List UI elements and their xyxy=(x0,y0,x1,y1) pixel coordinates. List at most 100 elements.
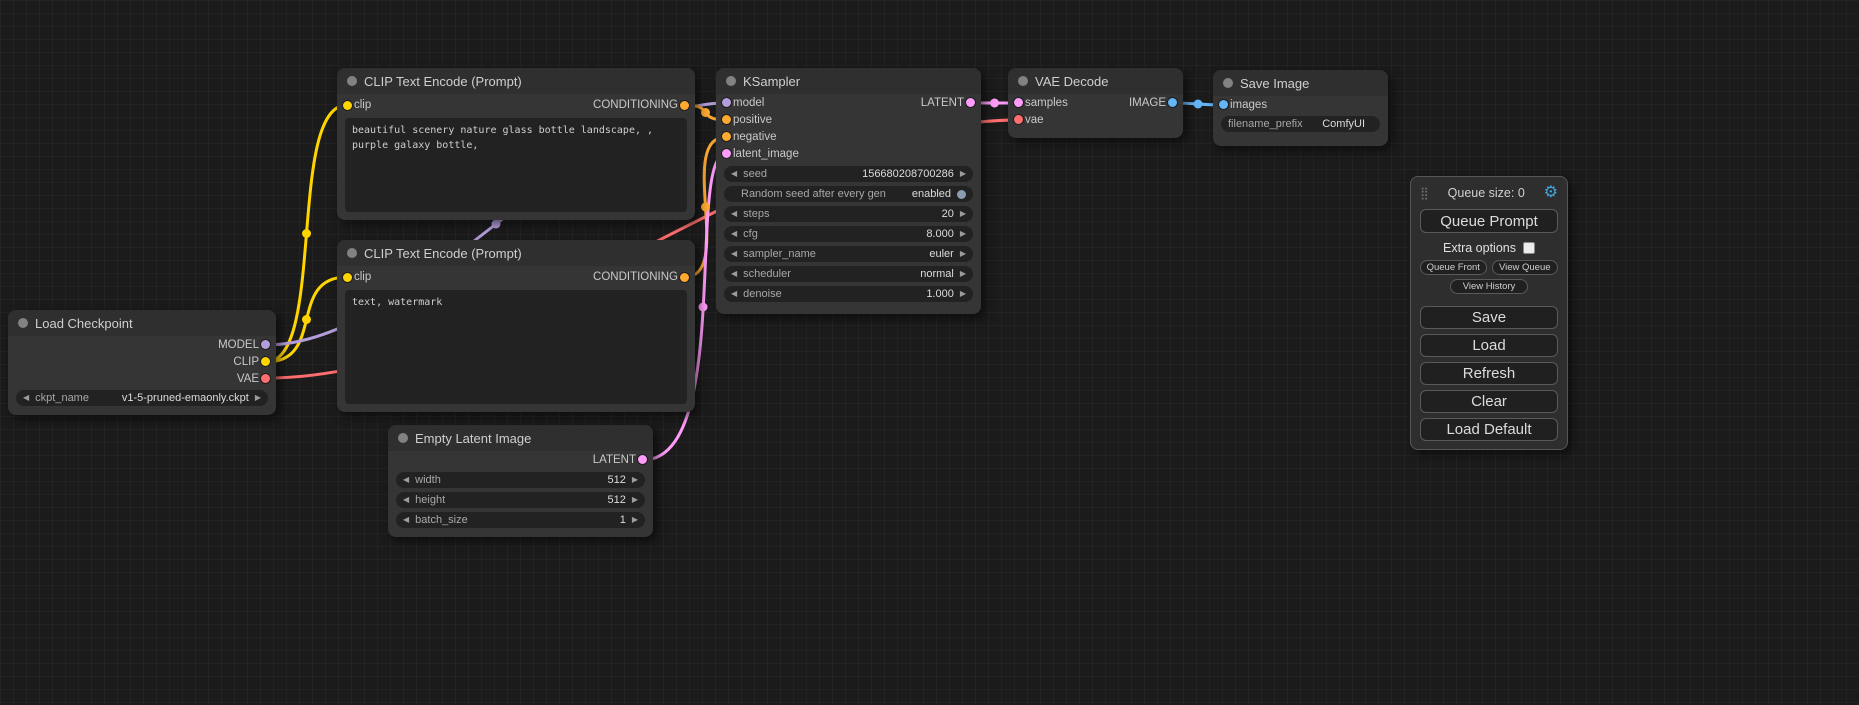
node-clip-text-encode-positive[interactable]: CLIP Text Encode (Prompt) clip CONDITION… xyxy=(337,68,695,220)
decrement-arrow-icon[interactable]: ◀ xyxy=(23,394,29,402)
refresh-button[interactable]: Refresh xyxy=(1420,362,1558,385)
node-load-checkpoint[interactable]: Load Checkpoint MODEL CLIP VAE ◀ ckpt_na… xyxy=(8,310,276,415)
output-slot-model: MODEL xyxy=(8,336,276,353)
drag-handle-icon[interactable]: ⣿ xyxy=(1420,186,1429,200)
widget-value: 156680208700286 xyxy=(862,168,954,180)
boolean-toggle-icon[interactable] xyxy=(957,190,966,199)
decrement-arrow-icon[interactable]: ◀ xyxy=(731,230,737,238)
input-dot-vae[interactable] xyxy=(1014,115,1023,124)
node-empty-latent-image[interactable]: Empty Latent Image LATENT ◀ width 512 ▶ … xyxy=(388,425,653,537)
collapse-dot-icon[interactable] xyxy=(347,248,357,258)
widget-filename-prefix[interactable]: filename_prefix ComfyUI xyxy=(1221,116,1380,132)
input-dot-clip[interactable] xyxy=(343,101,352,110)
increment-arrow-icon[interactable]: ▶ xyxy=(960,170,966,178)
input-dot-latent-image[interactable] xyxy=(722,149,731,158)
output-dot-latent[interactable] xyxy=(638,455,647,464)
increment-arrow-icon[interactable]: ▶ xyxy=(632,516,638,524)
decrement-arrow-icon[interactable]: ◀ xyxy=(731,290,737,298)
output-dot-model[interactable] xyxy=(261,340,270,349)
output-dot-image[interactable] xyxy=(1168,98,1177,107)
widget-steps[interactable]: ◀ steps 20 ▶ xyxy=(724,206,973,222)
collapse-dot-icon[interactable] xyxy=(347,76,357,86)
output-slot-latent: LATENT xyxy=(388,451,653,468)
widget-height[interactable]: ◀ height 512 ▶ xyxy=(396,492,645,508)
view-queue-button[interactable]: View Queue xyxy=(1492,260,1559,275)
widget-scheduler[interactable]: ◀ scheduler normal ▶ xyxy=(724,266,973,282)
increment-arrow-icon[interactable]: ▶ xyxy=(960,270,966,278)
increment-arrow-icon[interactable]: ▶ xyxy=(960,210,966,218)
widget-value: euler xyxy=(929,248,953,260)
node-title-bar[interactable]: CLIP Text Encode (Prompt) xyxy=(337,68,695,94)
output-dot-conditioning[interactable] xyxy=(680,273,689,282)
node-clip-text-encode-negative[interactable]: CLIP Text Encode (Prompt) clip CONDITION… xyxy=(337,240,695,412)
node-title-bar[interactable]: Save Image xyxy=(1213,70,1388,96)
node-title-bar[interactable]: Empty Latent Image xyxy=(388,425,653,451)
node-title-bar[interactable]: VAE Decode xyxy=(1008,68,1183,94)
node-vae-decode[interactable]: VAE Decode samples IMAGE vae xyxy=(1008,68,1183,138)
increment-arrow-icon[interactable]: ▶ xyxy=(632,496,638,504)
save-button[interactable]: Save xyxy=(1420,306,1558,329)
increment-arrow-icon[interactable]: ▶ xyxy=(960,230,966,238)
decrement-arrow-icon[interactable]: ◀ xyxy=(403,516,409,524)
decrement-arrow-icon[interactable]: ◀ xyxy=(403,476,409,484)
negative-prompt-textarea[interactable]: text, watermark xyxy=(345,290,687,404)
widget-cfg[interactable]: ◀ cfg 8.000 ▶ xyxy=(724,226,973,242)
widget-seed[interactable]: ◀ seed 156680208700286 ▶ xyxy=(724,166,973,182)
output-dot-vae[interactable] xyxy=(261,374,270,383)
collapse-dot-icon[interactable] xyxy=(18,318,28,328)
load-default-button[interactable]: Load Default xyxy=(1420,418,1558,441)
input-dot-positive[interactable] xyxy=(722,115,731,124)
widget-label: ckpt_name xyxy=(35,392,89,404)
link-midpoint-dot xyxy=(1194,100,1203,109)
node-graph-canvas[interactable]: Load Checkpoint MODEL CLIP VAE ◀ ckpt_na… xyxy=(0,0,1859,705)
widget-value: 20 xyxy=(942,208,954,220)
input-dot-samples[interactable] xyxy=(1014,98,1023,107)
view-history-button[interactable]: View History xyxy=(1450,279,1528,294)
collapse-dot-icon[interactable] xyxy=(1223,78,1233,88)
slot-row-negative: negative xyxy=(716,128,981,145)
decrement-arrow-icon[interactable]: ◀ xyxy=(731,270,737,278)
widget-batch-size[interactable]: ◀ batch_size 1 ▶ xyxy=(396,512,645,528)
widget-sampler-name[interactable]: ◀ sampler_name euler ▶ xyxy=(724,246,973,262)
output-dot-conditioning[interactable] xyxy=(680,101,689,110)
increment-arrow-icon[interactable]: ▶ xyxy=(255,394,261,402)
input-dot-negative[interactable] xyxy=(722,132,731,141)
widget-denoise[interactable]: ◀ denoise 1.000 ▶ xyxy=(724,286,973,302)
widget-value: 512 xyxy=(607,494,625,506)
input-dot-clip[interactable] xyxy=(343,273,352,282)
queue-front-button[interactable]: Queue Front xyxy=(1420,260,1487,275)
extra-options-checkbox[interactable] xyxy=(1523,242,1535,254)
node-title-bar[interactable]: CLIP Text Encode (Prompt) xyxy=(337,240,695,266)
node-title: CLIP Text Encode (Prompt) xyxy=(364,246,522,261)
decrement-arrow-icon[interactable]: ◀ xyxy=(731,250,737,258)
output-dot-clip[interactable] xyxy=(261,357,270,366)
decrement-arrow-icon[interactable]: ◀ xyxy=(731,170,737,178)
collapse-dot-icon[interactable] xyxy=(1018,76,1028,86)
queue-small-buttons: Queue Front View Queue xyxy=(1420,260,1558,275)
clear-button[interactable]: Clear xyxy=(1420,390,1558,413)
queue-prompt-button[interactable]: Queue Prompt xyxy=(1420,209,1558,233)
decrement-arrow-icon[interactable]: ◀ xyxy=(403,496,409,504)
node-ksampler[interactable]: KSampler model LATENT positive negative … xyxy=(716,68,981,314)
output-label: LATENT xyxy=(921,97,964,109)
node-title-bar[interactable]: KSampler xyxy=(716,68,981,94)
increment-arrow-icon[interactable]: ▶ xyxy=(632,476,638,484)
increment-arrow-icon[interactable]: ▶ xyxy=(960,250,966,258)
decrement-arrow-icon[interactable]: ◀ xyxy=(731,210,737,218)
node-save-image[interactable]: Save Image images filename_prefix ComfyU… xyxy=(1213,70,1388,146)
collapse-dot-icon[interactable] xyxy=(398,433,408,443)
widget-width[interactable]: ◀ width 512 ▶ xyxy=(396,472,645,488)
output-label: LATENT xyxy=(593,454,636,466)
positive-prompt-textarea[interactable]: beautiful scenery nature glass bottle la… xyxy=(345,118,687,212)
settings-gear-icon[interactable]: ⚙ xyxy=(1544,185,1558,201)
increment-arrow-icon[interactable]: ▶ xyxy=(960,290,966,298)
widget-ckpt-name[interactable]: ◀ ckpt_name v1-5-pruned-emaonly.ckpt ▶ xyxy=(16,390,268,406)
output-dot-latent[interactable] xyxy=(966,98,975,107)
collapse-dot-icon[interactable] xyxy=(726,76,736,86)
node-title-bar[interactable]: Load Checkpoint xyxy=(8,310,276,336)
input-dot-model[interactable] xyxy=(722,98,731,107)
input-dot-images[interactable] xyxy=(1219,100,1228,109)
widget-value: normal xyxy=(920,268,954,280)
widget-random-seed[interactable]: Random seed after every gen enabled xyxy=(724,186,973,202)
load-button[interactable]: Load xyxy=(1420,334,1558,357)
